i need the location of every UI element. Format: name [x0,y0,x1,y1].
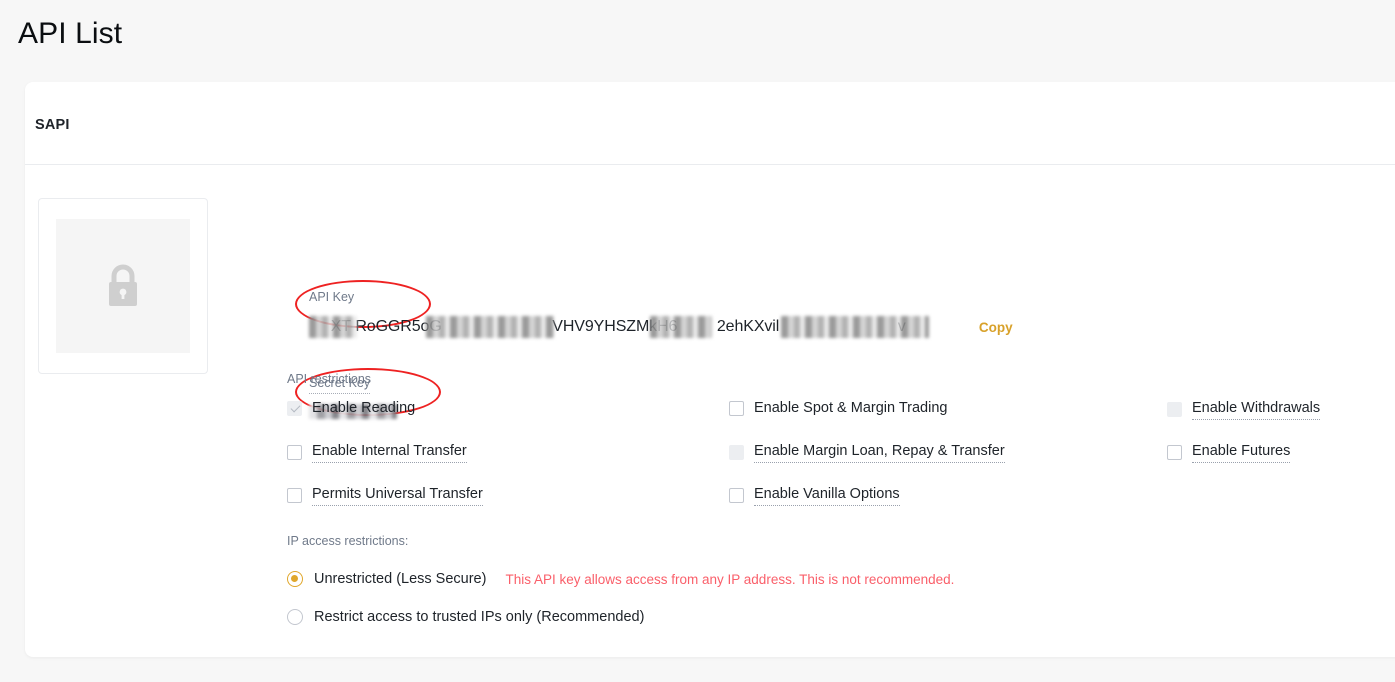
permission-enable-internal-transfer[interactable]: Enable Internal Transfer [287,441,467,463]
permissions-row: Enable Reading Enable Spot & Margin Trad… [287,398,1387,441]
sapi-card: SAPI API Key XT-RoGGR5oG VHV9YHSZMkH6 2e… [25,82,1395,657]
permissions-row: Enable Internal Transfer Enable Margin L… [287,441,1387,484]
card-header: SAPI [25,82,1395,164]
ip-option-unrestricted[interactable]: Unrestricted (Less Secure) This API key … [287,560,1387,598]
ip-access-restrictions-section: IP access restrictions: Unrestricted (Le… [287,532,1387,636]
radio-restricted[interactable] [287,609,303,625]
permission-label: Enable Spot & Margin Trading [754,400,948,416]
ip-option-restricted[interactable]: Restrict access to trusted IPs only (Rec… [287,598,1387,636]
qr-inner-area [56,219,190,353]
checkbox-enable-spot-margin-trading[interactable] [729,400,744,416]
permission-enable-vanilla-options[interactable]: Enable Vanilla Options [729,484,900,506]
qr-code-placeholder [38,198,208,374]
copy-api-key-button[interactable]: Copy [979,320,1013,335]
api-list-page: API List SAPI API Key XT-RoGGR5oG VHV9YH… [0,0,1395,682]
checkbox-enable-vanilla-options[interactable] [729,487,744,503]
api-key-label: API Key [309,290,355,304]
permission-label: Enable Vanilla Options [754,484,900,506]
ip-warning-text: This API key allows access from any IP a… [505,571,955,587]
ip-option-label: Unrestricted (Less Secure) [314,571,487,587]
permission-label: Enable Futures [1192,441,1291,463]
permission-enable-margin-loan-repay-transfer[interactable]: Enable Margin Loan, Repay & Transfer [729,441,1005,463]
permission-label: Enable Withdrawals [1192,398,1321,420]
ip-access-label: IP access restrictions: [287,534,409,548]
checkbox-enable-margin-loan-repay-transfer[interactable] [729,444,744,460]
permission-enable-futures[interactable]: Enable Futures [1167,441,1291,463]
permission-permits-universal-transfer[interactable]: Permits Universal Transfer [287,484,483,506]
section-title: SAPI [35,117,70,133]
checkbox-enable-withdrawals[interactable] [1167,401,1182,417]
page-title: API List [18,17,123,50]
permissions-row: Permits Universal Transfer Enable Vanill… [287,484,1387,527]
checkbox-permits-universal-transfer[interactable] [287,487,302,503]
permission-enable-spot-margin-trading[interactable]: Enable Spot & Margin Trading [729,398,947,418]
permission-label: Enable Margin Loan, Repay & Transfer [754,441,1005,463]
header-divider [25,164,1395,165]
api-key-value: ...XT-RoGGR5oG▒▒▒▒▒▒▒▒▒▒▒▒▒VHV9YHSZMkH6▒… [309,316,943,338]
permissions-grid: Enable Reading Enable Spot & Margin Trad… [287,398,1387,527]
api-key-row: ...XT-RoGGR5oG▒▒▒▒▒▒▒▒▒▒▒▒▒VHV9YHSZMkH6▒… [309,316,1013,338]
api-restrictions-label: API restrictions [287,372,372,386]
checkbox-enable-futures[interactable] [1167,444,1182,460]
permission-label: Enable Internal Transfer [312,441,467,463]
api-restrictions-section: API restrictions Enable Reading Enable S… [287,370,1387,527]
permission-label: Permits Universal Transfer [312,484,483,506]
radio-unrestricted[interactable] [287,571,303,587]
ip-option-label: Restrict access to trusted IPs only (Rec… [314,609,645,625]
checkbox-enable-reading[interactable] [287,400,302,416]
lock-icon [102,261,144,311]
checkbox-enable-internal-transfer[interactable] [287,444,302,460]
permission-enable-reading[interactable]: Enable Reading [287,398,415,418]
permission-label: Enable Reading [312,400,416,416]
permission-enable-withdrawals[interactable]: Enable Withdrawals [1167,398,1321,420]
